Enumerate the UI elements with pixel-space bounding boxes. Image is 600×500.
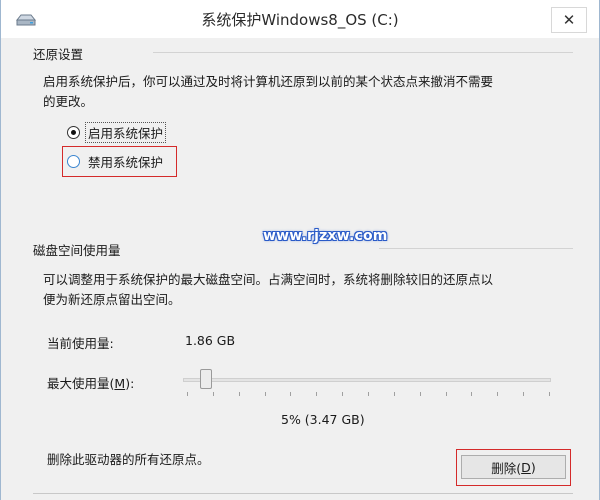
close-icon: ✕	[562, 11, 576, 29]
max-usage-slider-thumb[interactable]	[200, 369, 212, 389]
slider-tick	[419, 392, 421, 396]
title-bar[interactable]: 系统保护Windows8_OS (C:) ✕	[1, 0, 599, 38]
radio-button-unchecked[interactable]	[67, 154, 80, 168]
current-usage-label: 当前使用量:	[47, 336, 114, 351]
slider-tick	[264, 392, 266, 396]
restore-settings-header: 还原设置	[33, 47, 84, 62]
radio-button-checked[interactable]	[67, 125, 80, 139]
slider-tick	[212, 392, 214, 396]
disable-protection-label[interactable]: 禁用系统保护	[85, 151, 166, 172]
restore-description-line1: 启用系统保护后，你可以通过及时将计算机还原到以前的某个状态点来撤消不需要	[43, 74, 494, 89]
max-usage-accelerator: M	[114, 376, 126, 391]
max-usage-percent: 5% (3.47 GB)	[281, 412, 365, 427]
slider-tick	[316, 392, 318, 396]
max-usage-label-prefix: 最大使用量(	[47, 376, 115, 391]
slider-tick	[393, 392, 395, 396]
bottom-divider	[33, 493, 573, 494]
disk-description-line1: 可以调整用于系统保护的最大磁盘空间。占满空间时，系统将删除较旧的还原点以	[43, 272, 494, 287]
section-divider	[379, 248, 573, 249]
window-title: 系统保护Windows8_OS (C:)	[201, 11, 399, 29]
restore-description-line2: 的更改。	[43, 94, 94, 109]
slider-tick	[471, 392, 473, 396]
slider-tick	[497, 392, 499, 396]
slider-tick	[523, 392, 525, 396]
delete-button-prefix: 删除(	[491, 460, 522, 476]
slider-tick	[342, 392, 344, 396]
slider-tick	[290, 392, 292, 396]
max-usage-slider-track[interactable]	[183, 378, 551, 382]
max-usage-label-suffix: ):	[125, 376, 135, 391]
close-button[interactable]: ✕	[551, 7, 587, 33]
current-usage-value: 1.86 GB	[185, 333, 236, 348]
disable-protection-option[interactable]: 禁用系统保护	[67, 152, 166, 170]
disk-usage-header: 磁盘空间使用量	[33, 243, 121, 258]
max-usage-label: 最大使用量(M):	[47, 373, 134, 392]
enable-protection-label[interactable]: 启用系统保护	[85, 121, 167, 143]
slider-tick	[238, 392, 240, 396]
delete-button[interactable]: 删除(D)	[461, 455, 566, 479]
section-divider	[153, 52, 573, 53]
disk-description-line2: 便为新还原点留出空间。	[43, 292, 181, 307]
slider-tick	[368, 392, 369, 396]
slider-tick	[187, 392, 188, 396]
slider-tick	[445, 392, 447, 396]
watermark: www.rjzxw.com	[263, 228, 388, 244]
system-protection-window: 系统保护Windows8_OS (C:) ✕ 还原设置 启用系统保护后，你可以通…	[0, 0, 600, 500]
slider-tick	[549, 392, 550, 396]
delete-restore-points-text: 删除此驱动器的所有还原点。	[47, 452, 210, 467]
delete-button-accelerator: D	[521, 459, 531, 475]
delete-button-suffix: )	[530, 459, 536, 475]
enable-protection-option[interactable]: 启用系统保护	[67, 121, 167, 143]
